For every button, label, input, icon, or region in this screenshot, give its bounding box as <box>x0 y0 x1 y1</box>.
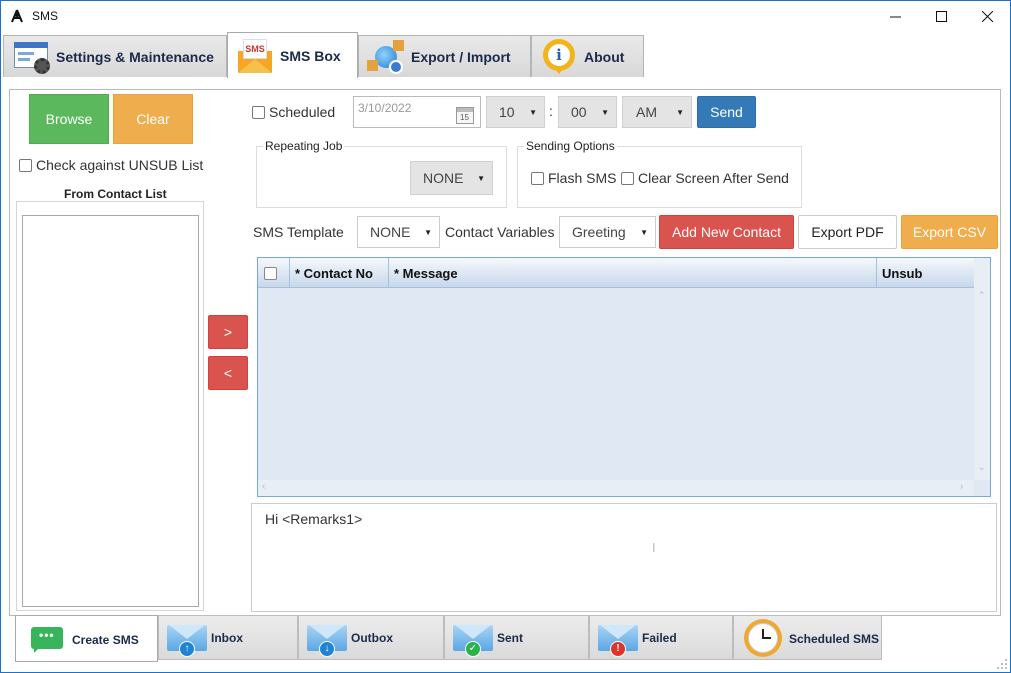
clear-button[interactable]: Clear <box>113 94 193 144</box>
tab-export-import[interactable]: Export / Import <box>358 35 531 77</box>
sending-options-title: Sending Options <box>524 139 617 153</box>
grid-vertical-scrollbar[interactable]: ⌃ ⌄ <box>974 258 990 480</box>
grid-horizontal-scrollbar[interactable]: ‹ › <box>258 480 974 496</box>
tab-scheduled-sms[interactable]: Scheduled SMS <box>733 615 882 660</box>
sent-envelope-icon: ✓ <box>453 621 493 657</box>
flash-sms-checkbox[interactable] <box>531 172 544 185</box>
message-text: Hi <Remarks1> <box>265 511 363 527</box>
chevron-down-icon: ▼ <box>601 107 609 117</box>
close-icon <box>981 11 993 22</box>
tab-about[interactable]: i About <box>531 35 644 77</box>
select-all-checkbox[interactable] <box>264 266 277 280</box>
tab-label: Sent <box>497 630 524 645</box>
clear-after-send-checkbox[interactable] <box>621 172 634 185</box>
minimize-icon <box>889 16 901 18</box>
scroll-up-icon: ⌃ <box>978 290 986 300</box>
contact-variables-select[interactable]: Greeting ▼ <box>559 216 656 248</box>
tab-label: Create SMS <box>72 633 139 647</box>
text-cursor-icon: I <box>652 540 656 555</box>
tab-label: SMS Box <box>280 47 341 64</box>
resize-grip-icon[interactable] <box>996 658 1008 670</box>
scheduled-label: Scheduled <box>269 104 336 120</box>
tab-sent[interactable]: ✓ Sent <box>444 615 589 660</box>
tab-label: Scheduled SMS <box>789 632 880 646</box>
scheduled-checkbox[interactable] <box>252 106 265 119</box>
scroll-right-icon: › <box>960 481 964 492</box>
minimize-button[interactable] <box>872 1 918 32</box>
tab-sms-box[interactable]: SMS SMS Box <box>227 32 358 78</box>
hour-select[interactable]: 10 ▼ <box>486 96 545 128</box>
title-bar: SMS <box>1 1 1010 32</box>
column-header-contact-no[interactable]: * Contact No <box>290 258 389 288</box>
settings-gear-icon <box>12 38 50 76</box>
contact-variables-label: Contact Variables <box>445 224 555 240</box>
repeating-job-select[interactable]: NONE ▼ <box>410 161 493 195</box>
tab-settings-maintenance[interactable]: Settings & Maintenance <box>3 35 227 77</box>
close-button[interactable] <box>964 1 1010 32</box>
inbox-envelope-icon: ↑ <box>167 621 207 657</box>
window-title: SMS <box>32 9 59 23</box>
chevron-down-icon: ▼ <box>477 173 485 183</box>
move-left-button[interactable]: < <box>208 356 248 390</box>
tab-label: Export / Import <box>411 48 511 65</box>
unsub-checkbox[interactable] <box>19 159 32 172</box>
outbox-envelope-icon: ↓ <box>307 621 347 657</box>
scroll-down-icon: ⌄ <box>978 462 986 472</box>
send-button[interactable]: Send <box>697 96 756 128</box>
browse-button[interactable]: Browse <box>29 94 109 144</box>
date-picker[interactable]: 3/10/2022 15 <box>353 96 481 128</box>
column-header-message[interactable]: * Message <box>389 258 877 288</box>
tab-label: Outbox <box>351 630 393 645</box>
move-right-button[interactable]: > <box>208 315 248 349</box>
clock-icon <box>744 619 782 657</box>
chevron-down-icon: ▼ <box>424 227 432 237</box>
repeating-job-title: Repeating Job <box>263 139 345 153</box>
unsub-checkbox-label: Check against UNSUB List <box>36 157 204 173</box>
contact-list-title: From Contact List <box>61 187 170 201</box>
message-grid[interactable]: * Contact No * Message Unsub ⌃ ⌄ ‹ › <box>257 257 991 497</box>
maximize-button[interactable] <box>918 1 964 32</box>
sms-envelope-icon: SMS <box>236 37 274 75</box>
tab-outbox[interactable]: ↓ Outbox <box>298 615 444 660</box>
info-icon: i <box>540 38 578 76</box>
ampm-select[interactable]: AM ▼ <box>622 96 692 128</box>
app-logo-icon <box>11 9 23 23</box>
tab-label: About <box>584 48 625 65</box>
contact-listbox[interactable] <box>22 215 199 607</box>
scroll-left-icon: ‹ <box>262 481 266 492</box>
calendar-icon[interactable]: 15 <box>456 107 474 124</box>
app-window: SMS Settings & Maintenance SMS SMS Box E… <box>0 0 1011 673</box>
sms-template-label: SMS Template <box>253 224 344 240</box>
chevron-down-icon: ▼ <box>640 227 648 237</box>
tab-label: Inbox <box>211 630 243 645</box>
grid-header: * Contact No * Message Unsub <box>258 258 974 288</box>
clear-after-send-label: Clear Screen After Send <box>638 170 789 186</box>
main-tab-strip: Settings & Maintenance SMS SMS Box Expor… <box>1 32 1010 78</box>
select-all-cell <box>258 258 290 288</box>
chat-bubble-icon: ••• <box>31 627 63 653</box>
chevron-down-icon: ▼ <box>676 107 684 117</box>
export-pdf-button[interactable]: Export PDF <box>798 215 897 249</box>
chevron-down-icon: ▼ <box>529 107 537 117</box>
maximize-icon <box>935 11 947 22</box>
time-separator: : <box>549 103 553 119</box>
export-csv-button[interactable]: Export CSV <box>901 215 998 249</box>
flash-sms-label: Flash SMS <box>548 170 617 186</box>
sms-template-select[interactable]: NONE ▼ <box>357 216 440 248</box>
add-new-contact-button[interactable]: Add New Contact <box>659 215 794 249</box>
minute-select[interactable]: 00 ▼ <box>558 96 617 128</box>
tab-label: Failed <box>642 630 677 645</box>
tab-failed[interactable]: ! Failed <box>589 615 733 660</box>
date-value: 3/10/2022 <box>358 101 412 115</box>
message-textarea[interactable]: Hi <Remarks1> I <box>251 503 997 612</box>
tab-create-sms[interactable]: ••• Create SMS <box>15 615 158 662</box>
globe-export-icon <box>367 38 405 76</box>
column-header-unsub[interactable]: Unsub <box>877 258 974 288</box>
tab-inbox[interactable]: ↑ Inbox <box>158 615 298 660</box>
tab-label: Settings & Maintenance <box>56 48 214 65</box>
failed-envelope-icon: ! <box>598 621 638 657</box>
